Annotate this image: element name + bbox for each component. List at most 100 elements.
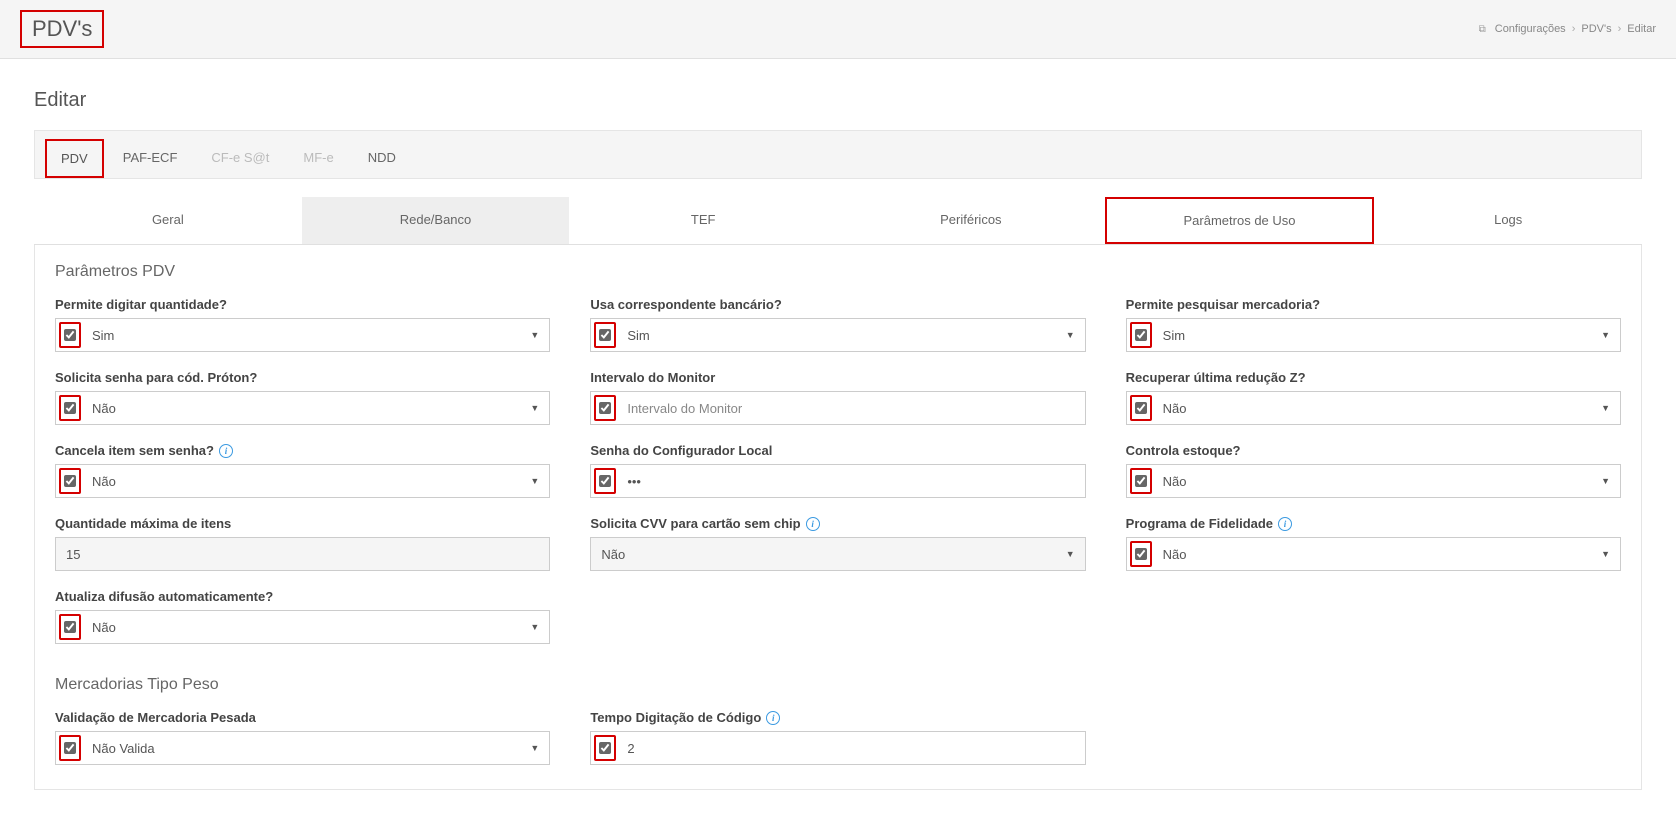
tab-mfe: MF-e [288,139,348,178]
field-intervalo-monitor: Intervalo do Monitor [590,370,1085,425]
select-wrapper: Não [1126,537,1621,571]
field-permite-digitar-quantidade: Permite digitar quantidade? Sim [55,297,550,352]
field-label: Solicita senha para cód. Próton? [55,370,550,385]
select-usa-correspondente-bancario[interactable]: Sim [619,319,1055,351]
select-solicita-senha-proton[interactable]: Não [84,392,520,424]
checkbox-prefix[interactable] [59,614,81,640]
subtab-logs[interactable]: Logs [1374,197,1642,244]
info-icon[interactable]: i [766,711,780,725]
breadcrumb: ⧉ Configurações › PDV's › Editar [1479,23,1656,35]
checkbox-prefix[interactable] [1130,395,1152,421]
checkbox-prefix[interactable] [1130,468,1152,494]
input-wrapper [590,464,1085,498]
checkbox[interactable] [599,742,611,754]
top-tabs: PDV PAF-ECF CF-e S@t MF-e NDD [34,130,1642,179]
field-label: Validação de Mercadoria Pesada [55,710,550,725]
checkbox[interactable] [1135,329,1147,341]
field-label: Permite digitar quantidade? [55,297,550,312]
breadcrumb-root[interactable]: Configurações [1495,23,1566,35]
input-intervalo-monitor[interactable] [619,392,1084,424]
page-title: PDV's [20,10,104,48]
field-label: Intervalo do Monitor [590,370,1085,385]
field-programa-fidelidade: Programa de Fidelidade i Não [1126,516,1621,571]
field-label: Senha do Configurador Local [590,443,1085,458]
checkbox-prefix[interactable] [594,395,616,421]
section-heading-parametros-pdv: Parâmetros PDV [55,263,1621,281]
checkbox[interactable] [599,402,611,414]
input-wrapper [55,537,550,571]
subtab-rede-banco[interactable]: Rede/Banco [302,197,570,244]
tab-ndd[interactable]: NDD [353,139,411,178]
breadcrumb-leaf: Editar [1627,23,1656,35]
field-label: Cancela item sem senha? i [55,443,550,458]
tab-paf-ecf[interactable]: PAF-ECF [108,139,193,178]
select-cancela-item-sem-senha[interactable]: Não [84,465,520,497]
info-icon[interactable]: i [1278,517,1292,531]
checkbox-prefix[interactable] [59,395,81,421]
input-wrapper [590,731,1085,765]
checkbox[interactable] [1135,548,1147,560]
subtab-tef[interactable]: TEF [569,197,837,244]
field-label: Permite pesquisar mercadoria? [1126,297,1621,312]
field-usa-correspondente-bancario: Usa correspondente bancário? Sim [590,297,1085,352]
input-quantidade-maxima[interactable] [56,538,549,570]
page-subtitle: Editar [34,89,1642,112]
checkbox-prefix[interactable] [59,735,81,761]
breadcrumb-level-1[interactable]: PDV's [1581,23,1611,35]
select-programa-fidelidade[interactable]: Não [1155,538,1591,570]
checkbox-prefix[interactable] [59,468,81,494]
select-wrapper: Não [55,391,550,425]
tab-cfe-sat: CF-e S@t [196,139,284,178]
select-wrapper: Não [55,610,550,644]
field-senha-configurador-local: Senha do Configurador Local [590,443,1085,498]
field-label: Controla estoque? [1126,443,1621,458]
subtab-perifericos[interactable]: Periféricos [837,197,1105,244]
section-mercadorias-peso: Mercadorias Tipo Peso Validação de Merca… [55,676,1621,765]
checkbox-prefix[interactable] [594,468,616,494]
checkbox-prefix[interactable] [1130,541,1152,567]
checkbox-prefix[interactable] [59,322,81,348]
select-wrapper: Sim [1126,318,1621,352]
top-bar: PDV's ⧉ Configurações › PDV's › Editar [0,0,1676,59]
field-label: Quantidade máxima de itens [55,516,550,531]
chevron-right-icon: › [1572,23,1576,35]
select-recuperar-reducao-z[interactable]: Não [1155,392,1591,424]
select-controla-estoque[interactable]: Não [1155,465,1591,497]
select-permite-pesquisar-mercadoria[interactable]: Sim [1155,319,1591,351]
input-senha-configurador[interactable] [619,465,1084,497]
field-cancela-item-sem-senha: Cancela item sem senha? i Não [55,443,550,498]
checkbox[interactable] [1135,402,1147,414]
subtab-geral[interactable]: Geral [34,197,302,244]
info-icon[interactable]: i [806,517,820,531]
field-label: Solicita CVV para cartão sem chip i [590,516,1085,531]
label-text: Cancela item sem senha? [55,443,214,458]
tab-pdv[interactable]: PDV [45,139,104,178]
checkbox-prefix[interactable] [1130,322,1152,348]
checkbox[interactable] [64,402,76,414]
subtab-parametros[interactable]: Parâmetros de Uso [1105,197,1375,244]
label-text: Tempo Digitação de Código [590,710,761,725]
checkbox-prefix[interactable] [594,735,616,761]
checkbox[interactable] [64,621,76,633]
checkbox[interactable] [599,329,611,341]
select-permite-digitar-quantidade[interactable]: Sim [84,319,520,351]
checkbox[interactable] [1135,475,1147,487]
field-validacao-mercadoria-pesada: Validação de Mercadoria Pesada Não Valid… [55,710,550,765]
field-recuperar-reducao-z: Recuperar última redução Z? Não [1126,370,1621,425]
input-tempo-digitacao[interactable] [619,732,1084,764]
main-content: Editar PDV PAF-ECF CF-e S@t MF-e NDD Ger… [14,73,1662,820]
checkbox[interactable] [64,475,76,487]
label-text: Solicita CVV para cartão sem chip [590,516,800,531]
field-atualiza-difusao: Atualiza difusão automaticamente? Não [55,589,550,644]
field-solicita-cvv: Solicita CVV para cartão sem chip i Não [590,516,1085,571]
checkbox[interactable] [64,329,76,341]
checkbox-prefix[interactable] [594,322,616,348]
select-validacao-mercadoria[interactable]: Não Valida [84,732,520,764]
checkbox[interactable] [64,742,76,754]
checkbox[interactable] [599,475,611,487]
select-solicita-cvv[interactable]: Não [591,538,1055,570]
field-controla-estoque: Controla estoque? Não [1126,443,1621,498]
info-icon[interactable]: i [219,444,233,458]
field-permite-pesquisar-mercadoria: Permite pesquisar mercadoria? Sim [1126,297,1621,352]
select-atualiza-difusao[interactable]: Não [84,611,520,643]
